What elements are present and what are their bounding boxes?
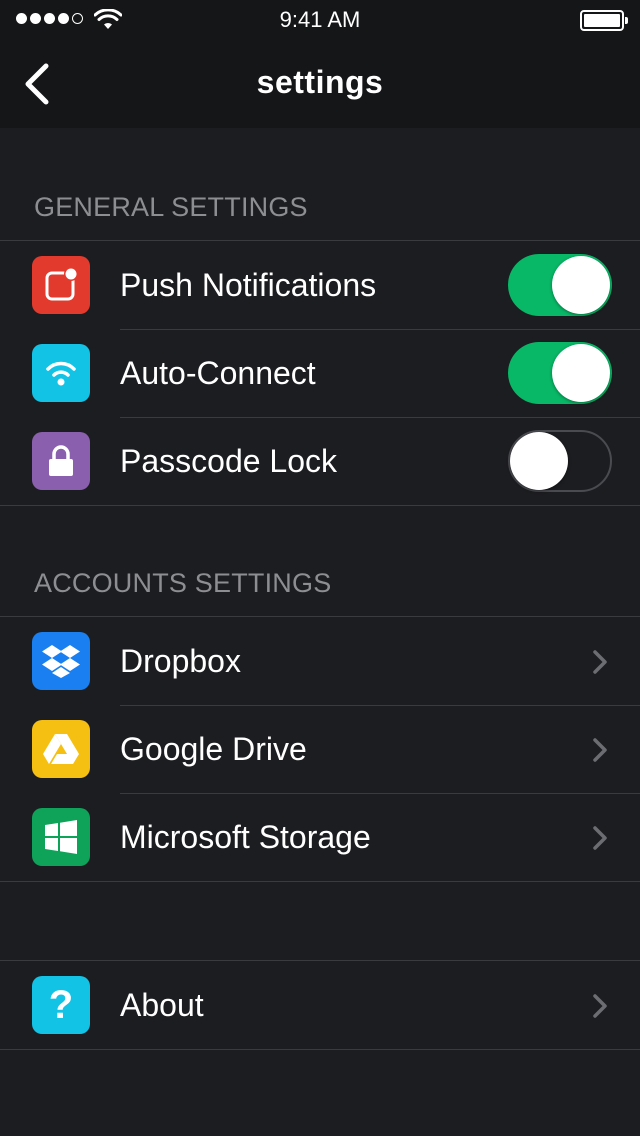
lock-icon (32, 432, 90, 490)
status-time: 9:41 AM (279, 7, 361, 32)
settings-row-google-drive[interactable]: Google Drive (0, 705, 640, 793)
navigation-bar: settings (0, 40, 640, 128)
chevron-right-icon (593, 650, 607, 674)
settings-row-push-notifications: Push Notifications (0, 241, 640, 329)
about-group: ? About (0, 960, 640, 1050)
windows-icon (32, 808, 90, 866)
settings-row-about[interactable]: ? About (0, 961, 640, 1049)
push-notifications-toggle[interactable] (508, 254, 612, 316)
google-drive-icon (32, 720, 90, 778)
chevron-right-icon (593, 994, 607, 1018)
row-label: About (120, 987, 204, 1023)
row-label: Passcode Lock (120, 443, 338, 479)
status-bar: 9:41 AM (0, 0, 640, 40)
row-label: Dropbox (120, 643, 241, 679)
page-title: settings (256, 64, 384, 100)
general-settings-group: Push Notifications Auto-Connect Passcode… (0, 240, 640, 506)
settings-row-auto-connect: Auto-Connect (0, 329, 640, 417)
notification-icon (32, 256, 90, 314)
row-label: Microsoft Storage (120, 819, 371, 855)
passcode-lock-toggle[interactable] (508, 430, 612, 492)
chevron-right-icon (593, 738, 607, 762)
accounts-settings-group: Dropbox Google Drive Microsoft Storage (0, 616, 640, 882)
row-label: Auto-Connect (120, 355, 316, 391)
settings-row-passcode-lock: Passcode Lock (0, 417, 640, 505)
question-icon: ? (32, 976, 90, 1034)
row-label: Push Notifications (120, 267, 377, 303)
battery-icon (580, 10, 628, 31)
dropbox-icon (32, 632, 90, 690)
section-header-accounts: ACCOUNTS SETTINGS (34, 568, 332, 598)
chevron-right-icon (593, 826, 607, 850)
section-header-general: GENERAL SETTINGS (34, 192, 308, 222)
auto-connect-toggle[interactable] (508, 342, 612, 404)
settings-row-microsoft-storage[interactable]: Microsoft Storage (0, 793, 640, 881)
settings-row-dropbox[interactable]: Dropbox (0, 617, 640, 705)
row-label: Google Drive (120, 731, 307, 767)
wifi-icon (32, 344, 90, 402)
